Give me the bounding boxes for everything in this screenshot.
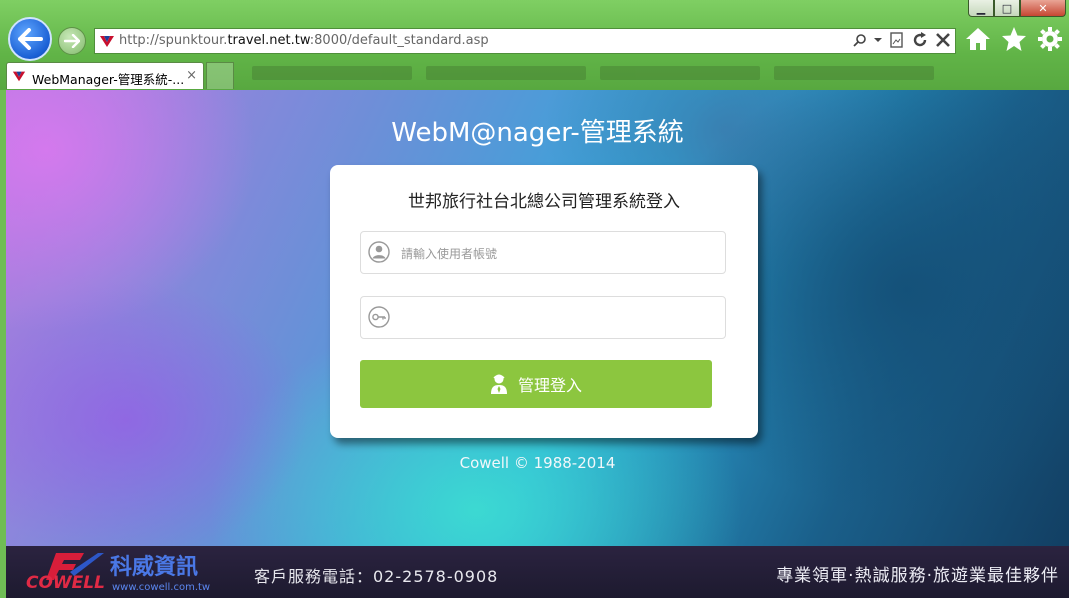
forward-button[interactable] — [58, 27, 86, 55]
login-card: 世邦旅行社台北總公司管理系統登入 管理登入 — [330, 165, 758, 438]
address-bar[interactable]: http://spunktour.travel.net.tw:8000/defa… — [94, 28, 956, 54]
username-input[interactable] — [399, 232, 723, 275]
settings-gear-icon[interactable] — [1037, 26, 1063, 52]
login-title: 世邦旅行社台北總公司管理系統登入 — [408, 192, 680, 212]
forward-arrow-icon — [64, 34, 80, 48]
minimize-button[interactable]: ▁ — [968, 0, 994, 17]
logo-brand-text: COWELL — [26, 573, 105, 593]
cowell-logo: COWELL 科威資訊 www.cowell.com.tw — [26, 553, 210, 593]
home-icon[interactable] — [965, 26, 991, 52]
user-icon — [368, 241, 390, 263]
site-favicon-icon — [100, 36, 114, 47]
compatibility-view-icon[interactable] — [889, 32, 905, 48]
refresh-icon[interactable] — [911, 31, 929, 49]
back-arrow-icon — [18, 28, 43, 50]
page-content: WebM@nager-管理系統 世邦旅行社台北總公司管理系統登入 管理登入 Co… — [6, 90, 1069, 546]
logo-cn-text: 科威資訊 — [110, 554, 198, 580]
favorites-star-icon[interactable] — [1001, 26, 1027, 52]
bookmark-item[interactable] — [774, 66, 934, 80]
login-button-label: 管理登入 — [517, 376, 582, 395]
browser-chrome: ▁ □ ✕ http://spunktour.travel.net.tw:800… — [0, 0, 1069, 90]
footer-bar: COWELL 科威資訊 www.cowell.com.tw 客戶服務電話：02-… — [6, 546, 1069, 598]
password-input[interactable] — [399, 297, 723, 340]
bookmark-item[interactable] — [600, 66, 760, 80]
service-phone: 客戶服務電話：02-2578-0908 — [254, 567, 499, 586]
admin-user-icon — [490, 374, 507, 394]
tab-strip: WebManager-管理系統-... × — [0, 60, 1069, 90]
dropdown-arrow-icon[interactable] — [873, 35, 883, 45]
back-button[interactable] — [8, 17, 52, 61]
page-title: WebM@nager-管理系統 — [391, 118, 684, 148]
site-favicon-icon — [12, 71, 26, 82]
copyright-text: Cowell © 1988-2014 — [459, 454, 616, 472]
bookmarks-bar — [252, 66, 934, 80]
url-text[interactable]: http://spunktour.travel.net.tw:8000/defa… — [119, 33, 489, 48]
username-field[interactable] — [360, 231, 726, 275]
logo-url-text: www.cowell.com.tw — [112, 582, 210, 593]
stop-icon[interactable] — [935, 32, 951, 48]
login-button[interactable]: 管理登入 — [360, 360, 712, 408]
bookmark-item[interactable] — [252, 66, 412, 80]
search-icon[interactable] — [853, 33, 867, 47]
bookmark-item[interactable] — [426, 66, 586, 80]
password-field[interactable] — [360, 296, 726, 340]
tab-webmanager[interactable]: WebManager-管理系統-... × — [6, 62, 204, 89]
key-icon — [368, 306, 390, 328]
tab-close-icon[interactable]: × — [186, 68, 197, 83]
footer-slogan: 專業領軍·熱誠服務·旅遊業最佳夥伴 — [776, 566, 1059, 586]
close-window-button[interactable]: ✕ — [1020, 0, 1066, 17]
tab-title: WebManager-管理系統-... — [32, 72, 185, 87]
new-tab-button[interactable] — [206, 62, 234, 89]
maximize-button[interactable]: □ — [994, 0, 1020, 17]
